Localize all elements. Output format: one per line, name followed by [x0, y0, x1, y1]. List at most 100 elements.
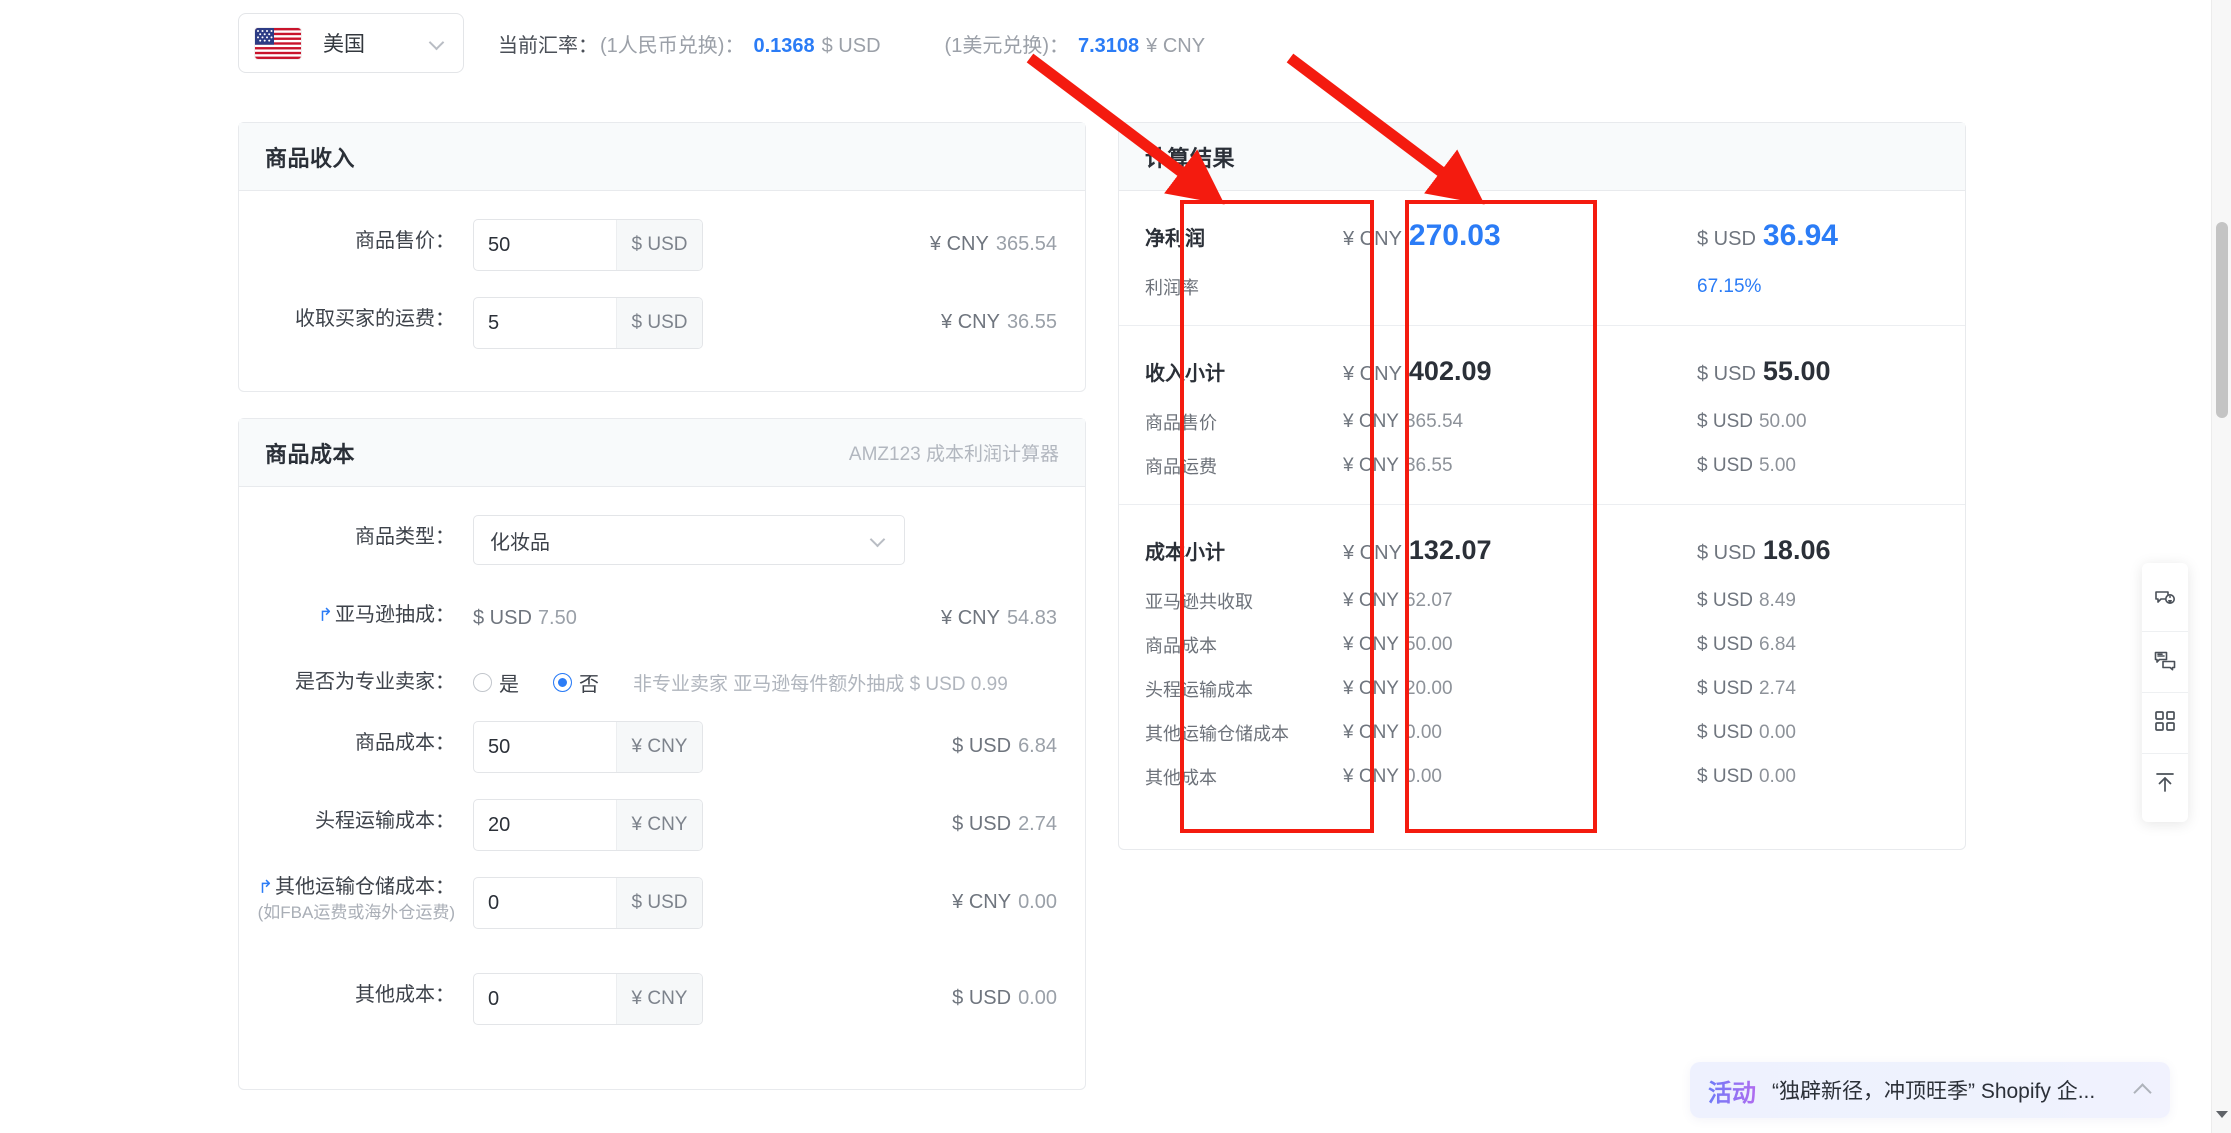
rate-value-cny: 7.3108	[1077, 34, 1140, 57]
result-other-shipping-usd: $ USD 0.00	[1697, 722, 1927, 744]
income-selling-price-usd-currency: $ USD	[1697, 411, 1753, 432]
rail-item-back-to-top[interactable]	[2142, 754, 2188, 814]
radio-professional-no[interactable]: 否	[553, 668, 599, 697]
browser-viewport: 美国 当前汇率： (1人民币兑换)： 0.1368 $ USD (1美元兑换)：…	[0, 0, 2231, 1133]
other-shipping-storage-input[interactable]	[474, 878, 616, 928]
other-shipping-storage-currency-addon: $ USD	[616, 878, 702, 928]
buyer-shipping-converted: ¥ CNY 36.55	[941, 297, 1057, 347]
chat-bubbles-icon	[2153, 648, 2177, 677]
other-cost-converted: $ USD 0.00	[952, 973, 1057, 1023]
result-first-leg-cny: ¥ CNY 20.00	[1343, 678, 1573, 700]
rate-unit-usd: $ USD	[821, 34, 881, 57]
product-cost-converted: $ USD 6.84	[952, 721, 1057, 771]
other-shipping-storage-label-text: 其他运输仓储成本：	[275, 876, 455, 898]
income-shipping-usd: $ USD 5.00	[1697, 455, 1927, 477]
rail-item-qrcode[interactable]	[2142, 693, 2188, 754]
selling-price-input[interactable]	[474, 220, 616, 270]
result-other-cost-cny: ¥ CNY 0.00	[1343, 766, 1573, 788]
external-link-icon[interactable]: ↱	[258, 877, 273, 897]
income-selling-price-cny: ¥ CNY 365.54	[1343, 411, 1573, 433]
scrollbar-down-arrow-icon[interactable]	[2216, 1109, 2228, 1121]
income-subtotal-cny: ¥ CNY 402.09	[1343, 356, 1573, 387]
row-amazon-fee: ↱ 亚马逊抽成： $ USD 7.50 ¥ CNY 54.83	[239, 579, 1085, 643]
income-shipping-cny-amount: 36.55	[1404, 455, 1453, 476]
result-section-income-subtotal: 收入小计 ¥ CNY 402.09 $ USD 55.00 商品售价 ¥ CNY 36…	[1119, 326, 1965, 505]
cost-card-header: 商品成本 AMZ123 成本利润计算器	[239, 419, 1085, 487]
amazon-fee-cny: ¥ CNY 54.83	[941, 593, 1057, 643]
result-row-profit-rate: 利润率 67.15%	[1119, 265, 1965, 309]
product-cost-input-group[interactable]: ¥ CNY	[473, 721, 703, 773]
vertical-scrollbar[interactable]	[2211, 0, 2231, 1133]
row-product-cost: 商品成本： ¥ CNY $ USD 6.84	[239, 707, 1085, 785]
external-link-icon[interactable]: ↱	[318, 605, 333, 625]
result-row-other-shipping-storage: 其他运输仓储成本 ¥ CNY 0.00 $ USD 0.00	[1119, 711, 1965, 755]
row-buyer-shipping: 收取买家的运费： $ USD ¥ CNY 36.55	[239, 283, 1085, 361]
selling-price-currency-addon: $ USD	[616, 220, 702, 270]
buyer-shipping-input-group[interactable]: $ USD	[473, 297, 703, 349]
other-cost-input-group[interactable]: ¥ CNY	[473, 973, 703, 1025]
buyer-shipping-input[interactable]	[474, 298, 616, 348]
first-leg-shipping-currency-addon: ¥ CNY	[616, 800, 702, 850]
profit-rate-value: 67.15%	[1697, 276, 1762, 297]
result-other-cost-usd-amount: 0.00	[1758, 766, 1796, 787]
promo-banner[interactable]: 活动 “独辟新径，冲顶旺季” Shopify 企...	[1690, 1062, 2170, 1118]
other-shipping-storage-input-group[interactable]: $ USD	[473, 877, 703, 929]
row-first-leg-shipping-cost: 头程运输成本： ¥ CNY $ USD 2.74	[239, 785, 1085, 863]
cost-card-subtitle: AMZ123 成本利润计算器	[848, 444, 1059, 465]
first-leg-shipping-input[interactable]	[474, 800, 616, 850]
buyer-shipping-label: 收取买家的运费：	[295, 308, 455, 330]
chevron-down-icon	[429, 35, 445, 51]
rail-item-chat[interactable]	[2142, 632, 2188, 693]
result-other-cost-usd-currency: $ USD	[1697, 766, 1753, 787]
professional-seller-radio-group[interactable]: 是 否	[473, 654, 633, 697]
radio-circle-selected-icon	[553, 672, 572, 692]
amazon-fee-usd-currency: $ USD	[473, 606, 532, 629]
country-selector[interactable]: 美国	[238, 13, 464, 73]
product-type-select[interactable]: 化妆品	[473, 515, 905, 565]
scrollbar-thumb[interactable]	[2216, 222, 2228, 418]
other-shipping-storage-label: ↱ 其他运输仓储成本： (如FBA运费或海外仓运费)	[239, 863, 455, 925]
promo-tag: 活动	[1708, 1073, 1756, 1108]
income-card-body: 商品售价： $ USD ¥ CNY 365.54 收取买家的运费：	[239, 191, 1085, 383]
selling-price-input-group[interactable]: $ USD	[473, 219, 703, 271]
income-card-header: 商品收入	[239, 123, 1085, 191]
first-leg-shipping-input-group[interactable]: ¥ CNY	[473, 799, 703, 851]
qr-code-icon	[2153, 709, 2177, 738]
amazon-total-fee-usd: $ USD 8.49	[1697, 590, 1927, 612]
first-leg-shipping-converted: $ USD 2.74	[952, 799, 1057, 849]
income-card: 商品收入 商品售价： $ USD ¥ CNY 365.54	[238, 122, 1086, 392]
other-cost-input[interactable]	[474, 974, 616, 1024]
income-shipping-cny: ¥ CNY 36.55	[1343, 455, 1573, 477]
income-subtotal-cny-amount: 402.09	[1408, 355, 1492, 386]
other-cost-label: 其他成本：	[355, 984, 455, 1006]
feedback-idea-icon	[2153, 587, 2177, 616]
rail-item-feedback[interactable]	[2142, 571, 2188, 632]
net-profit-label: 净利润	[1145, 227, 1205, 250]
income-selling-price-label: 商品售价	[1145, 413, 1217, 433]
result-other-cost-usd: $ USD 0.00	[1697, 766, 1927, 788]
first-leg-shipping-converted-amount: 2.74	[1018, 812, 1057, 835]
net-profit-usd-amount: 36.94	[1762, 219, 1838, 252]
buyer-shipping-converted-currency: ¥ CNY	[941, 310, 1000, 333]
chevron-up-icon[interactable]	[2134, 1081, 2152, 1099]
other-shipping-storage-hint: (如FBA运费或海外仓运费)	[257, 903, 455, 922]
radio-professional-yes[interactable]: 是	[473, 668, 519, 697]
product-type-label: 商品类型：	[355, 526, 455, 548]
result-other-shipping-usd-currency: $ USD	[1697, 722, 1753, 743]
income-subtotal-usd-currency: $ USD	[1697, 362, 1756, 385]
product-cost-converted-currency: $ USD	[952, 734, 1012, 757]
product-cost-input[interactable]	[474, 722, 616, 772]
radio-circle-icon	[473, 672, 492, 692]
rate-direction-usd: (1美元兑换)：	[944, 34, 1069, 57]
result-first-leg-label: 头程运输成本	[1145, 680, 1253, 700]
amazon-total-fee-usd-amount: 8.49	[1758, 590, 1796, 611]
result-other-cost-cny-amount: 0.00	[1404, 766, 1442, 787]
rate-value-usd: 0.1368	[753, 34, 815, 57]
cost-card: 商品成本 AMZ123 成本利润计算器 商品类型： 化妆品 ↱ 亚马逊抽成： $…	[238, 418, 1086, 1090]
selling-price-converted: ¥ CNY 365.54	[930, 219, 1057, 269]
page-canvas: 美国 当前汇率： (1人民币兑换)： 0.1368 $ USD (1美元兑换)：…	[0, 0, 2211, 1133]
amazon-total-fee-cny-amount: 62.07	[1404, 590, 1453, 611]
